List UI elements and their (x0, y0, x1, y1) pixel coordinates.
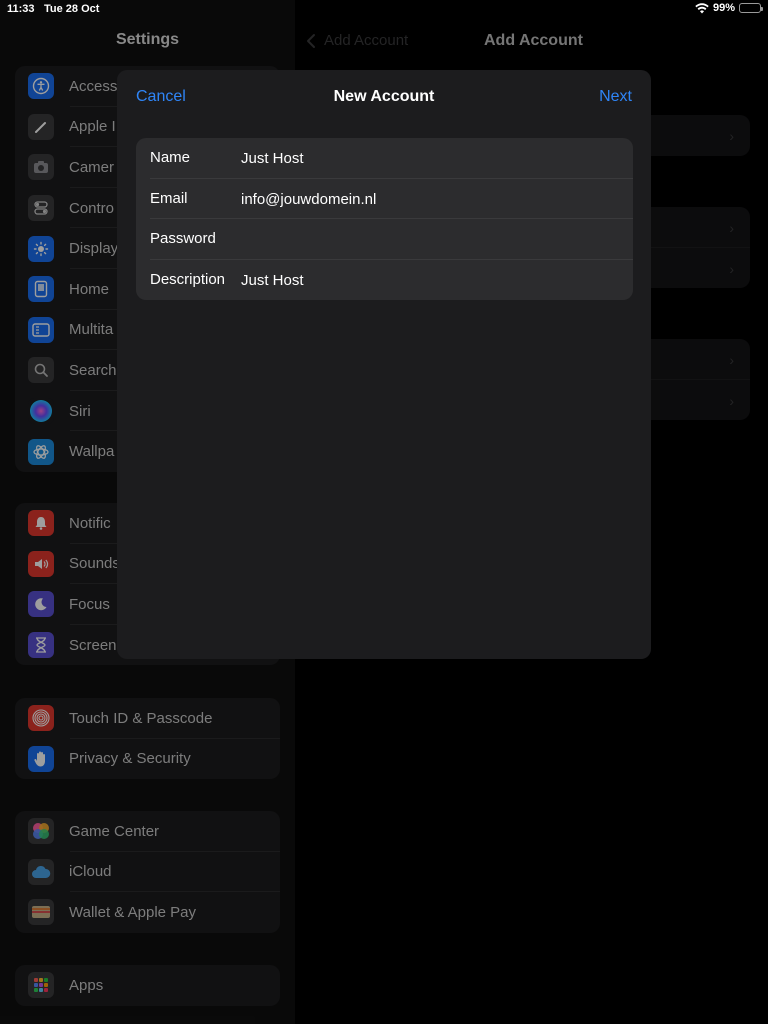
form-row-password: Password (136, 219, 633, 260)
account-form: Name Email Password Description (136, 138, 633, 300)
cancel-button[interactable]: Cancel (136, 88, 186, 106)
email-field[interactable] (241, 178, 621, 219)
name-field[interactable] (241, 138, 621, 178)
password-field[interactable] (241, 219, 621, 259)
form-row-email: Email (136, 178, 633, 220)
description-label: Description (150, 270, 226, 288)
name-label: Name (150, 149, 191, 166)
description-field[interactable] (241, 259, 621, 300)
status-bar: 11:33 Tue 28 Oct 99% (0, 0, 768, 20)
status-right: 99% (695, 2, 763, 14)
status-time: 11:33 (7, 3, 35, 15)
sheet-title: New Account (333, 88, 435, 105)
email-label: Email (150, 189, 188, 207)
status-date: Tue 28 Oct (44, 3, 100, 15)
new-account-sheet: Cancel New Account Next Name Email Passw… (117, 70, 651, 659)
form-row-name: Name (136, 138, 633, 179)
next-button[interactable]: Next (599, 88, 632, 106)
wifi-icon (695, 2, 709, 13)
form-row-description: Description (136, 259, 633, 301)
battery-percentage: 99% (712, 2, 735, 14)
battery-icon (739, 3, 763, 13)
password-label: Password (150, 230, 216, 247)
